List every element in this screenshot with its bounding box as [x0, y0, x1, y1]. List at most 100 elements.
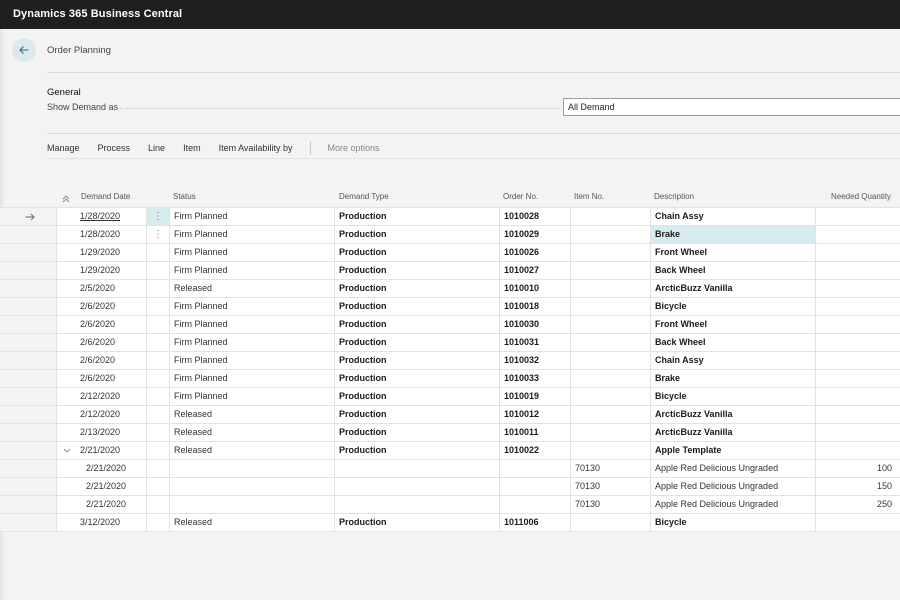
table-row[interactable]: 2/13/2020 Released Production 1010011 Arctic… — [0, 424, 900, 442]
cell-order-no[interactable]: 1010030 — [504, 316, 568, 333]
cell-demand-date[interactable]: 2/6/2020 — [80, 316, 142, 333]
cell-order-no[interactable] — [504, 460, 568, 477]
cell-order-no[interactable]: 1010029 — [504, 226, 568, 243]
table-row[interactable]: 1/28/2020 ⋮ Firm Planned Production 1010029 B… — [0, 226, 900, 244]
cell-item-no[interactable]: 70130 — [575, 460, 647, 477]
table-row[interactable]: 2/21/2020 Released Production 1010022 Apple … — [0, 442, 900, 460]
cell-item-no[interactable] — [575, 280, 647, 297]
cell-item-no[interactable] — [575, 226, 647, 243]
cell-needed-quantity[interactable] — [820, 334, 892, 351]
cell-demand-date[interactable]: 2/21/2020 — [80, 442, 142, 459]
cell-order-no[interactable]: 1010018 — [504, 298, 568, 315]
cell-demand-type[interactable]: Production — [339, 244, 497, 261]
cell-needed-quantity[interactable] — [820, 514, 892, 531]
cell-order-no[interactable]: 1011006 — [504, 514, 568, 531]
cell-demand-type[interactable]: Production — [339, 280, 497, 297]
cell-order-no[interactable]: 1010032 — [504, 352, 568, 369]
cell-item-no[interactable] — [575, 334, 647, 351]
cell-item-no[interactable]: 70130 — [575, 496, 647, 513]
cell-item-no[interactable]: 70130 — [575, 478, 647, 495]
cell-demand-type[interactable]: Production — [339, 334, 497, 351]
cell-item-no[interactable] — [575, 424, 647, 441]
cell-demand-date[interactable]: 2/13/2020 — [80, 424, 142, 441]
cell-status[interactable]: Firm Planned — [174, 298, 332, 315]
table-row[interactable]: 2/21/2020 70130 Apple Red Delicious Ungrad… — [0, 478, 900, 496]
cell-demand-date[interactable]: 2/12/2020 — [80, 388, 142, 405]
cell-demand-type[interactable]: Production — [339, 208, 497, 225]
cell-status[interactable]: Firm Planned — [174, 208, 332, 225]
cell-description[interactable]: Apple Red Delicious Ungraded — [651, 496, 815, 513]
cell-description[interactable]: ArcticBuzz Vanilla — [651, 424, 815, 441]
cell-description[interactable]: Apple Red Delicious Ungraded — [651, 478, 815, 495]
cell-order-no[interactable] — [504, 478, 568, 495]
cell-needed-quantity[interactable] — [820, 226, 892, 243]
cell-needed-quantity[interactable] — [820, 298, 892, 315]
cell-description[interactable]: Bicycle — [651, 514, 815, 531]
cell-status[interactable]: Released — [174, 424, 332, 441]
cell-demand-type[interactable]: Production — [339, 442, 497, 459]
cell-description[interactable]: Front Wheel — [651, 244, 815, 261]
table-row[interactable]: 1/29/2020 Firm Planned Production 1010026 Fr… — [0, 244, 900, 262]
action-item-availability[interactable]: Item Availability by — [219, 143, 293, 153]
cell-demand-date[interactable]: 2/6/2020 — [80, 298, 142, 315]
cell-description[interactable]: Back Wheel — [651, 334, 815, 351]
cell-demand-date[interactable]: 1/28/2020 — [80, 226, 142, 243]
cell-item-no[interactable] — [575, 298, 647, 315]
cell-demand-type[interactable]: Production — [339, 370, 497, 387]
cell-demand-type[interactable]: Production — [339, 298, 497, 315]
cell-description[interactable]: Bicycle — [651, 388, 815, 405]
table-row[interactable]: 2/12/2020 Released Production 1010012 Arctic… — [0, 406, 900, 424]
action-line[interactable]: Line — [148, 143, 165, 153]
cell-needed-quantity[interactable] — [820, 244, 892, 261]
cell-needed-quantity[interactable] — [820, 388, 892, 405]
cell-description[interactable]: Chain Assy — [651, 352, 815, 369]
cell-order-no[interactable]: 1010012 — [504, 406, 568, 423]
table-row[interactable]: 3/12/2020 Released Production 1011006 Bicycl… — [0, 514, 900, 532]
cell-description[interactable]: ArcticBuzz Vanilla — [651, 280, 815, 297]
cell-order-no[interactable]: 1010031 — [504, 334, 568, 351]
cell-description[interactable]: Apple Red Delicious Ungraded — [651, 460, 815, 477]
back-button[interactable] — [12, 38, 36, 62]
cell-status[interactable]: Firm Planned — [174, 334, 332, 351]
table-row[interactable]: 2/6/2020 Firm Planned Production 1010032 Cha… — [0, 352, 900, 370]
cell-demand-date[interactable]: 2/6/2020 — [80, 334, 142, 351]
cell-order-no[interactable]: 1010027 — [504, 262, 568, 279]
cell-status[interactable]: Released — [174, 514, 332, 531]
cell-description[interactable]: Front Wheel — [651, 316, 815, 333]
cell-needed-quantity[interactable]: 100 — [820, 460, 892, 477]
table-row[interactable]: 1/28/2020 ⋮ Firm Planned Production 1010028 C… — [0, 208, 900, 226]
cell-needed-quantity[interactable] — [820, 262, 892, 279]
cell-status[interactable]: Firm Planned — [174, 316, 332, 333]
cell-needed-quantity[interactable] — [820, 352, 892, 369]
table-row[interactable]: 2/12/2020 Firm Planned Production 1010019 Bi… — [0, 388, 900, 406]
column-header-description[interactable]: Description — [654, 192, 694, 201]
more-vertical-icon[interactable]: ⋮ — [147, 208, 169, 225]
action-item[interactable]: Item — [183, 143, 201, 153]
cell-order-no[interactable]: 1010033 — [504, 370, 568, 387]
cell-needed-quantity[interactable]: 150 — [820, 478, 892, 495]
cell-description[interactable]: Brake — [651, 370, 815, 387]
table-row[interactable]: 2/6/2020 Firm Planned Production 1010031 Bac… — [0, 334, 900, 352]
cell-status[interactable]: Firm Planned — [174, 388, 332, 405]
table-row[interactable]: 2/5/2020 Released Production 1010010 ArcticB… — [0, 280, 900, 298]
cell-demand-type[interactable]: Production — [339, 316, 497, 333]
cell-order-no[interactable]: 1010011 — [504, 424, 568, 441]
cell-order-no[interactable]: 1010010 — [504, 280, 568, 297]
cell-status[interactable]: Released — [174, 442, 332, 459]
cell-demand-type[interactable] — [339, 496, 497, 513]
column-header-status[interactable]: Status — [173, 192, 196, 201]
cell-demand-date[interactable]: 2/21/2020 — [86, 460, 148, 477]
cell-demand-type[interactable]: Production — [339, 424, 497, 441]
cell-item-no[interactable] — [575, 514, 647, 531]
table-row[interactable]: 2/6/2020 Firm Planned Production 1010033 Bra… — [0, 370, 900, 388]
column-header-demand-type[interactable]: Demand Type — [339, 192, 389, 201]
cell-demand-date[interactable]: 2/6/2020 — [80, 370, 142, 387]
cell-status[interactable] — [174, 496, 332, 513]
chevron-down-icon[interactable] — [63, 448, 71, 454]
cell-description[interactable]: Back Wheel — [651, 262, 815, 279]
cell-status[interactable]: Firm Planned — [174, 262, 332, 279]
section-general-label[interactable]: General — [47, 87, 81, 98]
cell-demand-type[interactable]: Production — [339, 514, 497, 531]
cell-item-no[interactable] — [575, 316, 647, 333]
cell-demand-date[interactable]: 1/29/2020 — [80, 244, 142, 261]
